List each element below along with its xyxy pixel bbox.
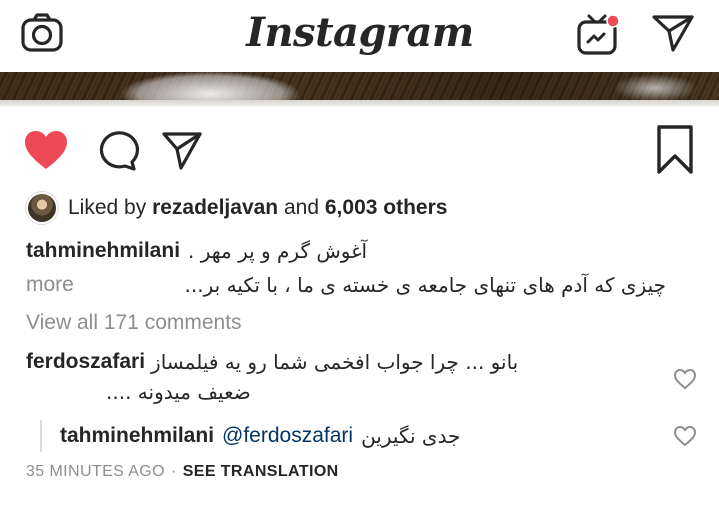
likes-summary[interactable]: Liked by rezadeljavan and 6,003 others: [26, 190, 447, 226]
more-link[interactable]: more: [26, 273, 74, 297]
comment-item: ferdoszafari بانو ... چرا جواب افخمی شما…: [26, 347, 646, 407]
heart-icon[interactable]: [22, 128, 70, 172]
direct-message-icon[interactable]: [650, 12, 696, 54]
post-image[interactable]: [0, 72, 719, 106]
bookmark-icon[interactable]: [654, 124, 696, 176]
likes-connector: and: [283, 196, 320, 219]
notification-badge: [606, 14, 620, 28]
caption-text-line2: چیزی که آدم های تنهای جامعه ی خسته ی ما …: [184, 273, 666, 297]
caption-text-line1: آغوش گرم و پر مهر .: [188, 239, 368, 263]
reply-item: tahminehmilani @ferdoszafari جدی نگیرین: [60, 421, 460, 451]
avatar[interactable]: [26, 192, 58, 224]
comment-like-heart-icon[interactable]: [672, 367, 698, 391]
meta-separator: ·: [170, 463, 177, 480]
reply-thread-line: [40, 420, 42, 452]
comment-icon[interactable]: [94, 128, 140, 172]
camera-icon[interactable]: [20, 13, 64, 53]
reply-text: جدی نگیرین: [361, 424, 461, 448]
comment-text-line1: بانو ... چرا جواب افخمی شما رو یه فیلمسا…: [151, 350, 519, 374]
post-meta: 35 MINUTES AGO · SEE TRANSLATION: [26, 460, 339, 484]
see-translation-link[interactable]: SEE TRANSLATION: [183, 463, 339, 481]
reply-like-heart-icon[interactable]: [672, 424, 698, 448]
likes-prefix: Liked by: [68, 196, 147, 219]
reply-mention[interactable]: @ferdoszafari: [222, 424, 353, 448]
view-all-comments-link[interactable]: View all 171 comments: [26, 309, 242, 337]
comment-text-line2: ضعیف میدونه ....: [106, 380, 251, 404]
share-icon[interactable]: [160, 128, 204, 172]
post-action-bar: [0, 118, 719, 184]
comment-username[interactable]: ferdoszafari: [26, 350, 145, 374]
post-timestamp: 35 MINUTES AGO: [26, 463, 165, 480]
caption: tahminehmilani آغوش گرم و پر مهر .: [26, 236, 367, 266]
likes-text: Liked by rezadeljavan and 6,003 others: [68, 196, 447, 220]
instagram-post-screen: Instagram Liked by rezadeljavan and 6,00…: [0, 0, 719, 506]
caption-username[interactable]: tahminehmilani: [26, 239, 180, 263]
caption-continued: more چیزی که آدم های تنهای جامعه ی خسته …: [26, 270, 666, 300]
liked-by-username[interactable]: rezadeljavan: [152, 196, 278, 219]
reply-username[interactable]: tahminehmilani: [60, 424, 214, 448]
instagram-logo: Instagram: [246, 8, 474, 56]
top-navigation-bar: Instagram: [0, 0, 719, 72]
likes-others-count[interactable]: 6,003 others: [325, 196, 448, 219]
igtv-icon[interactable]: [575, 12, 623, 56]
